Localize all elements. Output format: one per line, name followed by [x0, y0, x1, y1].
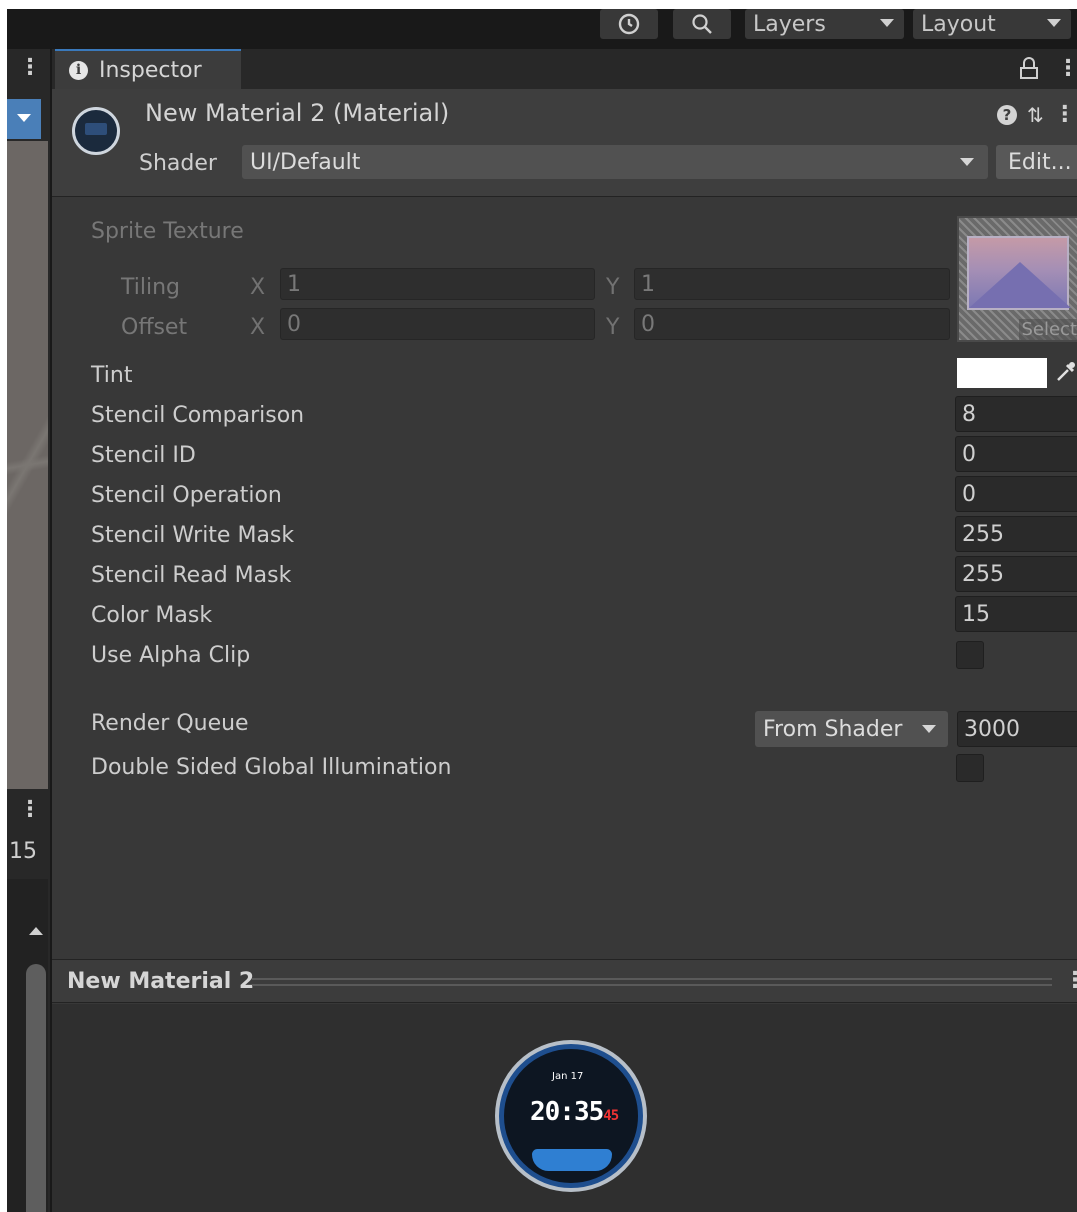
stencil-comparison-field[interactable]: 8 — [955, 396, 1077, 432]
left-dropdown-button[interactable] — [7, 99, 41, 139]
inspector-tab-bar: i Inspector ⋮ — [52, 49, 1077, 89]
tint-color-swatch[interactable] — [957, 358, 1047, 388]
stencil-write-mask-field[interactable]: 255 — [955, 516, 1077, 552]
scrollbar[interactable] — [26, 964, 46, 1212]
inspector-panel: i Inspector ⋮ New Material 2 (Material) … — [52, 49, 1077, 1212]
scroll-up-icon[interactable] — [29, 927, 43, 935]
layers-dropdown[interactable]: Layers — [745, 9, 904, 39]
help-icon[interactable]: ? — [997, 105, 1017, 125]
render-queue-dropdown[interactable]: From Shader — [755, 711, 948, 747]
shader-dropdown[interactable]: UI/Default — [242, 145, 988, 179]
prop-label: Stencil Read Mask — [91, 563, 292, 588]
tiling-label: Tiling — [121, 275, 181, 300]
more-menu-icon[interactable]: ⋮ — [19, 799, 41, 821]
left-number: 15 — [9, 839, 37, 864]
material-title: New Material 2 (Material) — [145, 99, 450, 127]
offset-label: Offset — [121, 315, 188, 340]
render-queue-label: Render Queue — [91, 711, 249, 736]
tab-inspector-label: Inspector — [99, 57, 202, 83]
texture-thumbnail — [967, 236, 1071, 310]
more-menu-icon[interactable]: ⋮ — [19, 57, 41, 79]
double-sided-gi-label: Double Sided Global Illumination — [91, 755, 452, 780]
more-menu-icon[interactable]: ⋮ — [1057, 58, 1077, 80]
color-mask-field[interactable]: 15 — [955, 596, 1077, 632]
preview-header[interactable]: New Material 2 ⋮ — [52, 959, 1077, 1003]
more-menu-icon[interactable]: ⋮ — [1054, 104, 1076, 126]
left-panel: ⋮ ⋮ 15 — [7, 49, 50, 1212]
chevron-down-icon — [1047, 19, 1061, 27]
use-alpha-clip-checkbox[interactable] — [956, 641, 984, 669]
offset-x-label: X — [250, 315, 266, 340]
info-icon: i — [69, 60, 88, 80]
render-queue-field[interactable]: 3000 — [957, 711, 1077, 747]
layout-label: Layout — [921, 11, 996, 37]
history-button[interactable] — [600, 9, 658, 39]
layers-label: Layers — [753, 11, 826, 37]
watch-face-preview: Jan 17 20:3545 — [495, 1040, 647, 1192]
more-menu-icon[interactable]: ⋮ — [1064, 970, 1077, 992]
tiling-x-label: X — [250, 275, 266, 300]
stencil-read-mask-field[interactable]: 255 — [955, 556, 1077, 592]
use-alpha-clip-label: Use Alpha Clip — [91, 643, 251, 668]
chevron-down-icon — [17, 114, 31, 122]
watch-bottom-bar — [532, 1149, 612, 1171]
lock-icon[interactable] — [1020, 57, 1038, 79]
scene-view[interactable] — [7, 141, 48, 789]
editor-window: Layers Layout ⋮ ⋮ 15 i Inspector ⋮ New M… — [7, 9, 1077, 1212]
tab-inspector[interactable]: i Inspector — [55, 49, 241, 89]
watch-time: 20:3545 — [530, 1097, 619, 1127]
prop-label: Stencil Comparison — [91, 403, 305, 428]
render-queue-mode: From Shader — [763, 716, 903, 742]
double-sided-gi-checkbox[interactable] — [956, 754, 984, 782]
search-button[interactable] — [673, 9, 731, 39]
offset-y-field[interactable]: 0 — [634, 308, 950, 340]
edit-shader-button[interactable]: Edit... — [996, 145, 1077, 179]
material-icon — [72, 107, 120, 155]
preset-sliders-icon[interactable]: ⇅ — [1027, 103, 1044, 127]
tiling-y-field[interactable]: 1 — [634, 268, 950, 300]
header-icons: ? ⇅ ⋮ — [997, 103, 1076, 127]
stencil-operation-field[interactable]: 0 — [955, 476, 1077, 512]
shader-value: UI/Default — [250, 149, 361, 175]
tiling-x-field[interactable]: 1 — [280, 268, 595, 300]
top-toolbar: Layers Layout — [7, 9, 1077, 49]
stencil-id-field[interactable]: 0 — [955, 436, 1077, 472]
sprite-texture-label: Sprite Texture — [91, 219, 244, 244]
drag-handle[interactable] — [252, 978, 1052, 986]
history-icon — [618, 13, 640, 35]
chevron-down-icon — [880, 19, 894, 27]
prop-label: Stencil Write Mask — [91, 523, 295, 548]
watch-date: Jan 17 — [552, 1071, 584, 1082]
watch-face-dial: Jan 17 20:3545 — [499, 1044, 643, 1188]
tiling-y-label: Y — [606, 275, 620, 300]
layout-dropdown[interactable]: Layout — [913, 9, 1071, 39]
prop-label: Stencil Operation — [91, 483, 282, 508]
prop-label: Stencil ID — [91, 443, 196, 468]
sprite-texture-slot[interactable]: Select — [957, 216, 1077, 342]
texture-select-label[interactable]: Select — [1019, 319, 1077, 340]
material-header: New Material 2 (Material) ? ⇅ ⋮ Shader U… — [52, 89, 1077, 197]
prop-label: Color Mask — [91, 603, 213, 628]
offset-y-label: Y — [606, 315, 620, 340]
chevron-down-icon — [922, 725, 936, 733]
offset-x-field[interactable]: 0 — [280, 308, 595, 340]
shader-label: Shader — [139, 151, 217, 176]
chevron-down-icon — [960, 158, 974, 166]
material-properties: Sprite Texture Tiling X 1 Y 1 Offset X 0… — [52, 198, 1077, 958]
material-preview[interactable]: Jan 17 20:3545 — [52, 1004, 1077, 1212]
preview-title: New Material 2 — [67, 969, 255, 994]
eyedropper-icon[interactable] — [1054, 358, 1077, 388]
search-icon — [692, 14, 712, 34]
tint-label: Tint — [91, 363, 133, 388]
